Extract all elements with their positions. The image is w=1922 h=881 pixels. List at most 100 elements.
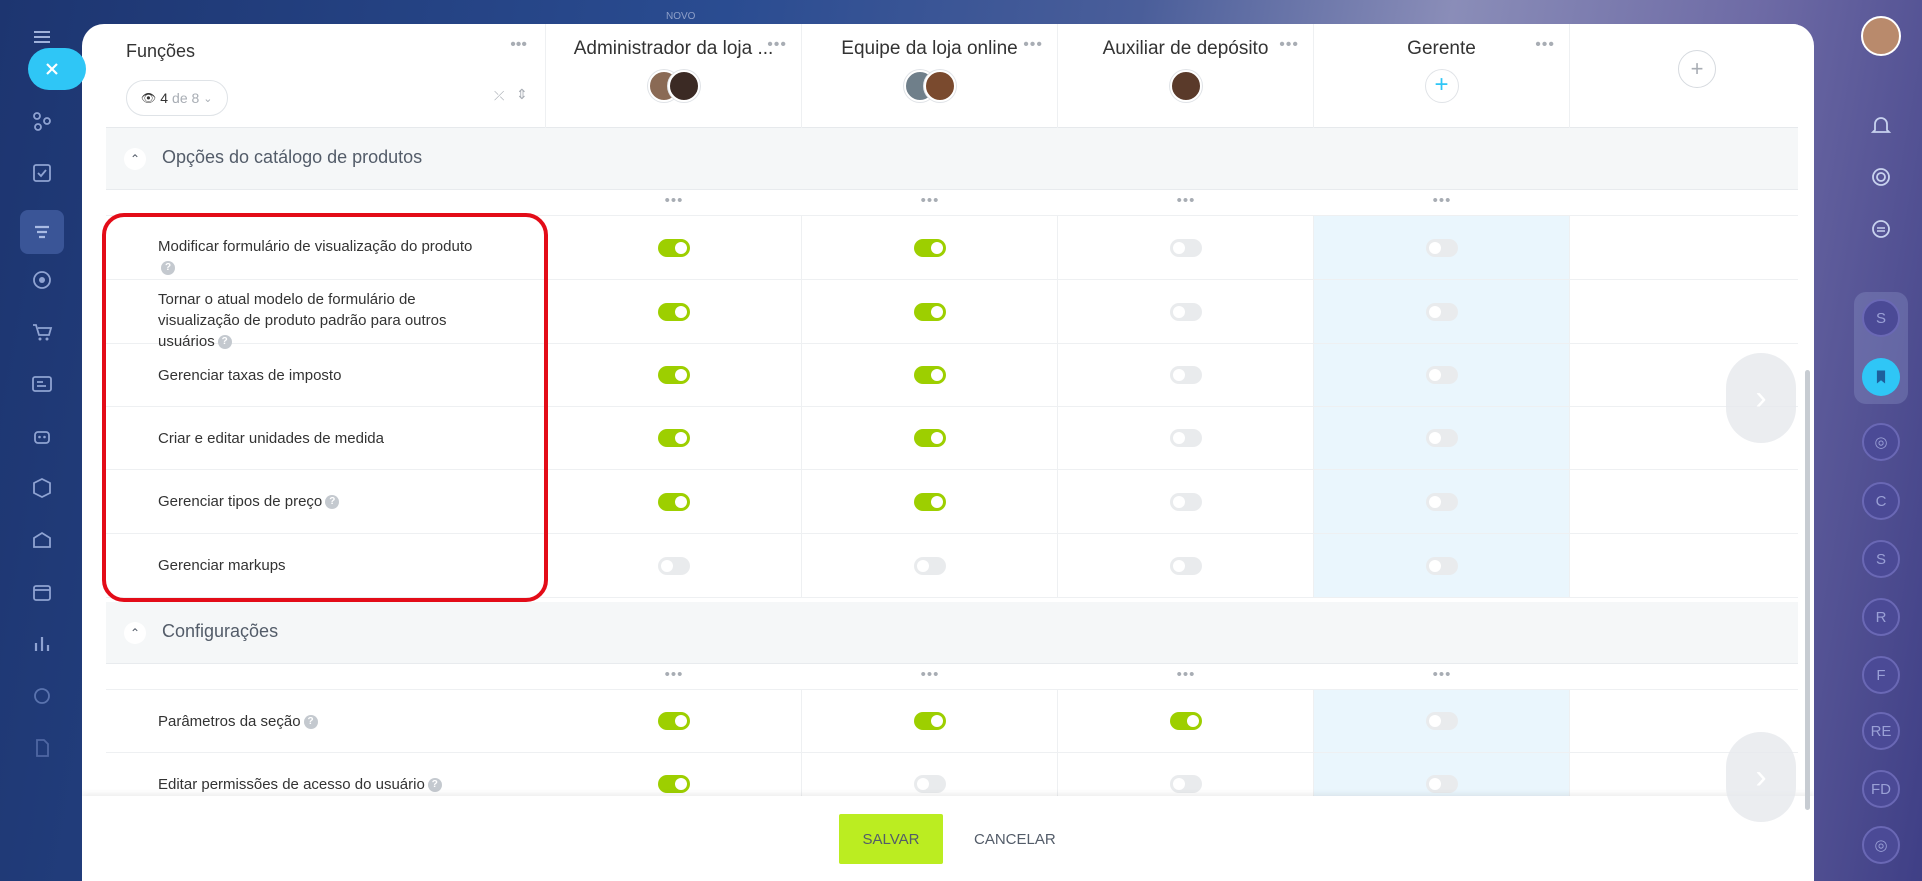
close-button[interactable] [28, 48, 86, 90]
permission-toggle[interactable] [1425, 238, 1458, 257]
help-icon[interactable]: ? [325, 495, 340, 510]
role-avatars[interactable] [903, 70, 956, 102]
badge-r[interactable]: R [1862, 598, 1900, 636]
add-member-icon[interactable]: + [1425, 70, 1458, 102]
roles-menu-icon[interactable]: ••• [510, 36, 527, 54]
expand-all-icon[interactable]: ⇕ [516, 86, 528, 103]
robot-icon[interactable] [27, 421, 57, 451]
catalog-icon[interactable] [20, 210, 64, 254]
role-avatars[interactable]: + [1425, 70, 1458, 102]
permission-toggle[interactable] [1169, 556, 1202, 575]
bulk-menu-icon[interactable]: ••• [1058, 666, 1314, 683]
cancel-button[interactable]: CANCELAR [962, 814, 1068, 864]
bulk-menu-icon[interactable]: ••• [546, 192, 802, 209]
permission-cell [1314, 216, 1570, 279]
permission-toggle[interactable] [657, 775, 690, 793]
scrollbar[interactable] [1805, 370, 1810, 810]
badge-f[interactable]: F [1862, 656, 1900, 694]
collapse-section-icon[interactable]: ⌃ [124, 148, 146, 170]
permission-toggle[interactable] [1425, 302, 1458, 321]
target-icon[interactable] [27, 265, 57, 295]
role-menu-icon[interactable]: ••• [1535, 36, 1555, 54]
id-card-icon[interactable] [27, 369, 57, 399]
bulk-menu-icon[interactable]: ••• [546, 666, 802, 683]
bookmark-icon[interactable] [1862, 358, 1900, 396]
permission-toggle[interactable] [1169, 429, 1202, 447]
permission-toggle[interactable] [1169, 712, 1202, 730]
role-avatars[interactable] [647, 70, 700, 102]
bulk-menu-icon[interactable]: ••• [1058, 192, 1314, 209]
save-button[interactable]: SALVAR [839, 814, 943, 864]
permission-toggle[interactable] [1425, 492, 1458, 511]
help-icon[interactable]: ? [303, 715, 318, 730]
help-icon[interactable]: ? [427, 778, 442, 793]
permission-toggle[interactable] [913, 302, 946, 321]
permission-toggle[interactable] [657, 429, 690, 447]
permission-toggle[interactable] [913, 366, 946, 384]
badge-s[interactable]: S [1862, 540, 1900, 578]
permission-toggle[interactable] [913, 556, 946, 575]
permission-toggle[interactable] [1169, 302, 1202, 321]
badge-c[interactable]: C [1862, 482, 1900, 520]
permission-toggle[interactable] [657, 556, 690, 575]
bell-icon[interactable] [1862, 106, 1900, 144]
user-avatar[interactable] [1861, 16, 1901, 56]
role-name[interactable]: Gerente [1314, 38, 1569, 60]
permission-toggle[interactable] [1169, 238, 1202, 257]
cart-icon[interactable] [27, 317, 57, 347]
help-icon[interactable]: ? [161, 261, 175, 276]
role-avatars[interactable] [1169, 70, 1202, 102]
permission-label: Modificar formulário de visualização do … [158, 236, 478, 278]
warehouse-icon[interactable] [27, 525, 57, 555]
scroll-right-arrow-lower[interactable]: › [1726, 732, 1796, 822]
role-name[interactable]: Auxiliar de depósito [1058, 38, 1313, 60]
badge-s-top[interactable]: S [1862, 299, 1900, 337]
role-menu-icon[interactable]: ••• [1279, 36, 1299, 54]
chat-icon[interactable]: ◎ [1862, 826, 1900, 864]
sync-icon[interactable] [1862, 210, 1900, 248]
permission-toggle[interactable] [657, 492, 690, 511]
role-menu-icon[interactable]: ••• [767, 36, 787, 54]
crm-icon[interactable] [27, 106, 57, 136]
tasks-icon[interactable] [27, 158, 57, 188]
bulk-menu-icon[interactable]: ••• [1314, 666, 1570, 683]
box-icon[interactable] [27, 473, 57, 503]
collapse-section-icon[interactable]: ⌃ [124, 622, 146, 644]
permission-toggle[interactable] [1169, 492, 1202, 511]
permission-toggle[interactable] [913, 429, 946, 447]
permission-toggle[interactable] [1425, 429, 1458, 447]
role-menu-icon[interactable]: ••• [1023, 36, 1043, 54]
permission-label: Editar permissões de acesso do usuário? [158, 774, 478, 795]
permission-toggle[interactable] [1425, 775, 1458, 793]
badge-re[interactable]: RE [1862, 712, 1900, 750]
bulk-menu-icon[interactable]: ••• [802, 666, 1058, 683]
permission-toggle[interactable] [1425, 366, 1458, 384]
radar-icon[interactable] [1862, 158, 1900, 196]
permission-toggle[interactable] [1425, 556, 1458, 575]
permission-toggle[interactable] [913, 492, 946, 511]
visible-columns-selector[interactable]: 👁 4 de 8 ⌄ [126, 80, 228, 116]
bulk-menu-icon[interactable]: ••• [1314, 192, 1570, 209]
calendar-icon[interactable] [27, 577, 57, 607]
permission-toggle[interactable] [1169, 775, 1202, 793]
permission-toggle[interactable] [1169, 366, 1202, 384]
analytics-icon[interactable] [27, 629, 57, 659]
badge-fd[interactable]: FD [1862, 770, 1900, 808]
role-name[interactable]: Administrador da loja ... [546, 38, 801, 60]
permission-toggle[interactable] [657, 366, 690, 384]
document-icon[interactable] [27, 733, 57, 763]
permission-toggle[interactable] [657, 302, 690, 321]
bulk-menu-icon[interactable]: ••• [802, 192, 1058, 209]
openlines-icon[interactable]: ◎ [1862, 423, 1900, 461]
add-role-button[interactable]: + [1678, 50, 1716, 88]
settings-icon[interactable] [27, 681, 57, 711]
role-name[interactable]: Equipe da loja online [802, 38, 1057, 60]
permission-toggle[interactable] [657, 238, 690, 257]
permission-toggle[interactable] [1425, 712, 1458, 730]
permission-toggle[interactable] [913, 775, 946, 793]
permission-toggle[interactable] [913, 238, 946, 257]
permission-toggle[interactable] [657, 712, 690, 730]
scroll-right-arrow[interactable]: › [1726, 353, 1796, 443]
permission-toggle[interactable] [913, 712, 946, 730]
collapse-all-icon[interactable]: ⤫ [494, 88, 504, 104]
